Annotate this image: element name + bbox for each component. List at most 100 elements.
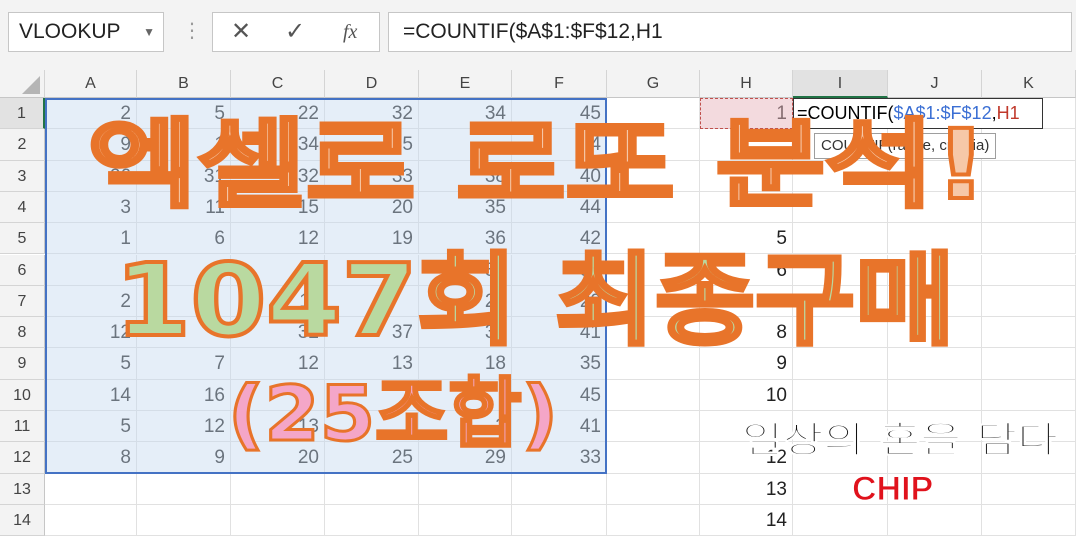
cell-h8[interactable]: 8 [700,317,793,349]
row-header-13[interactable]: 13 [0,473,45,505]
cell-h4[interactable] [700,191,793,224]
cell-i14[interactable] [793,504,888,536]
cell-j5[interactable] [888,223,982,255]
cell-d13[interactable] [325,473,419,505]
cell-b14[interactable] [137,504,231,536]
cell-g4[interactable] [607,191,700,224]
row-header-6[interactable]: 6 [0,254,45,286]
cell-i7[interactable] [793,285,888,318]
cell-f13[interactable] [512,473,607,505]
row-header-11[interactable]: 11 [0,411,45,443]
cell-g10[interactable] [607,379,700,411]
cell-k6[interactable] [982,254,1076,286]
cell-a13[interactable] [45,473,137,505]
cell-j8[interactable] [888,317,982,349]
cell-h5[interactable]: 5 [700,223,793,255]
column-header-d[interactable]: D [325,70,419,98]
row-header-4[interactable]: 4 [0,191,45,224]
cell-i6[interactable] [793,254,888,286]
cell-i10[interactable] [793,379,888,411]
column-header-g[interactable]: G [607,70,700,98]
column-header-a[interactable]: A [45,70,137,98]
cell-g7[interactable] [607,285,700,318]
cell-h14[interactable]: 14 [700,504,793,536]
cell-g6[interactable] [607,254,700,286]
cell-i9[interactable] [793,348,888,380]
cell-c13[interactable] [231,473,325,505]
cell-g9[interactable] [607,348,700,380]
cell-h3[interactable] [700,160,793,192]
cell-f14[interactable] [512,504,607,536]
cell-i12[interactable] [793,442,888,474]
cell-g12[interactable] [607,442,700,474]
cell-j11[interactable] [888,411,982,443]
cell-k9[interactable] [982,348,1076,380]
row-header-8[interactable]: 8 [0,317,45,349]
cell-j4[interactable] [888,191,982,224]
cell-g13[interactable] [607,473,700,505]
cancel-icon[interactable]: ✕ [231,13,251,51]
cell-k11[interactable] [982,411,1076,443]
cell-k8[interactable] [982,317,1076,349]
active-cell-editor[interactable]: =COUNTIF($A$1:$F$12,H1 [793,98,1043,129]
cell-g5[interactable] [607,223,700,255]
cell-i5[interactable] [793,223,888,255]
cell-e13[interactable] [419,473,512,505]
cell-g2[interactable] [607,129,700,161]
cell-j9[interactable] [888,348,982,380]
cell-g3[interactable] [607,160,700,192]
cell-g8[interactable] [607,317,700,349]
cell-k12[interactable] [982,442,1076,474]
cell-d14[interactable] [325,504,419,536]
cell-e14[interactable] [419,504,512,536]
column-header-e[interactable]: E [419,70,512,98]
cell-b13[interactable] [137,473,231,505]
cell-h7[interactable]: 7 [700,285,793,318]
cell-a14[interactable] [45,504,137,536]
row-header-14[interactable]: 14 [0,504,45,536]
column-header-c[interactable]: C [231,70,325,98]
formula-input[interactable]: =COUNTIF($A$1:$F$12,H1 [388,12,1072,52]
cell-i11[interactable] [793,411,888,443]
cell-h10[interactable]: 10 [700,379,793,411]
cell-h2[interactable] [700,129,793,161]
cell-h9[interactable]: 9 [700,348,793,380]
cell-j7[interactable] [888,285,982,318]
cell-j3[interactable] [888,160,982,192]
row-header-10[interactable]: 10 [0,379,45,411]
row-header-5[interactable]: 5 [0,223,45,255]
insert-function-icon[interactable]: fx [343,13,357,51]
cell-k4[interactable] [982,191,1076,224]
column-header-h[interactable]: H [700,70,793,98]
row-header-3[interactable]: 3 [0,160,45,192]
cell-h13[interactable]: 13 [700,473,793,505]
row-header-2[interactable]: 2 [0,129,45,161]
cell-h6[interactable]: 6 [700,254,793,286]
row-header-7[interactable]: 7 [0,285,45,318]
cell-i4[interactable] [793,191,888,224]
cell-k7[interactable] [982,285,1076,318]
column-header-b[interactable]: B [137,70,231,98]
cell-g11[interactable] [607,411,700,443]
cell-j13[interactable] [888,473,982,505]
cell-c14[interactable] [231,504,325,536]
cell-j6[interactable] [888,254,982,286]
column-header-j[interactable]: J [888,70,982,98]
cell-g1[interactable] [607,98,700,130]
cell-k10[interactable] [982,379,1076,411]
row-header-12[interactable]: 12 [0,442,45,474]
column-header-f[interactable]: F [512,70,607,98]
name-box[interactable]: VLOOKUP ▼ [8,12,164,52]
cell-i13[interactable] [793,473,888,505]
column-header-i[interactable]: I [793,70,888,98]
cell-i3[interactable] [793,160,888,192]
cell-h11[interactable] [700,411,793,443]
cell-g14[interactable] [607,504,700,536]
cell-k3[interactable] [982,160,1076,192]
row-header-1[interactable]: 1 [0,98,45,130]
more-vertical-icon[interactable]: ⋮ [182,18,202,44]
cell-i8[interactable] [793,317,888,349]
row-header-9[interactable]: 9 [0,348,45,380]
cell-k14[interactable] [982,504,1076,536]
cell-h12[interactable]: 12 [700,442,793,474]
